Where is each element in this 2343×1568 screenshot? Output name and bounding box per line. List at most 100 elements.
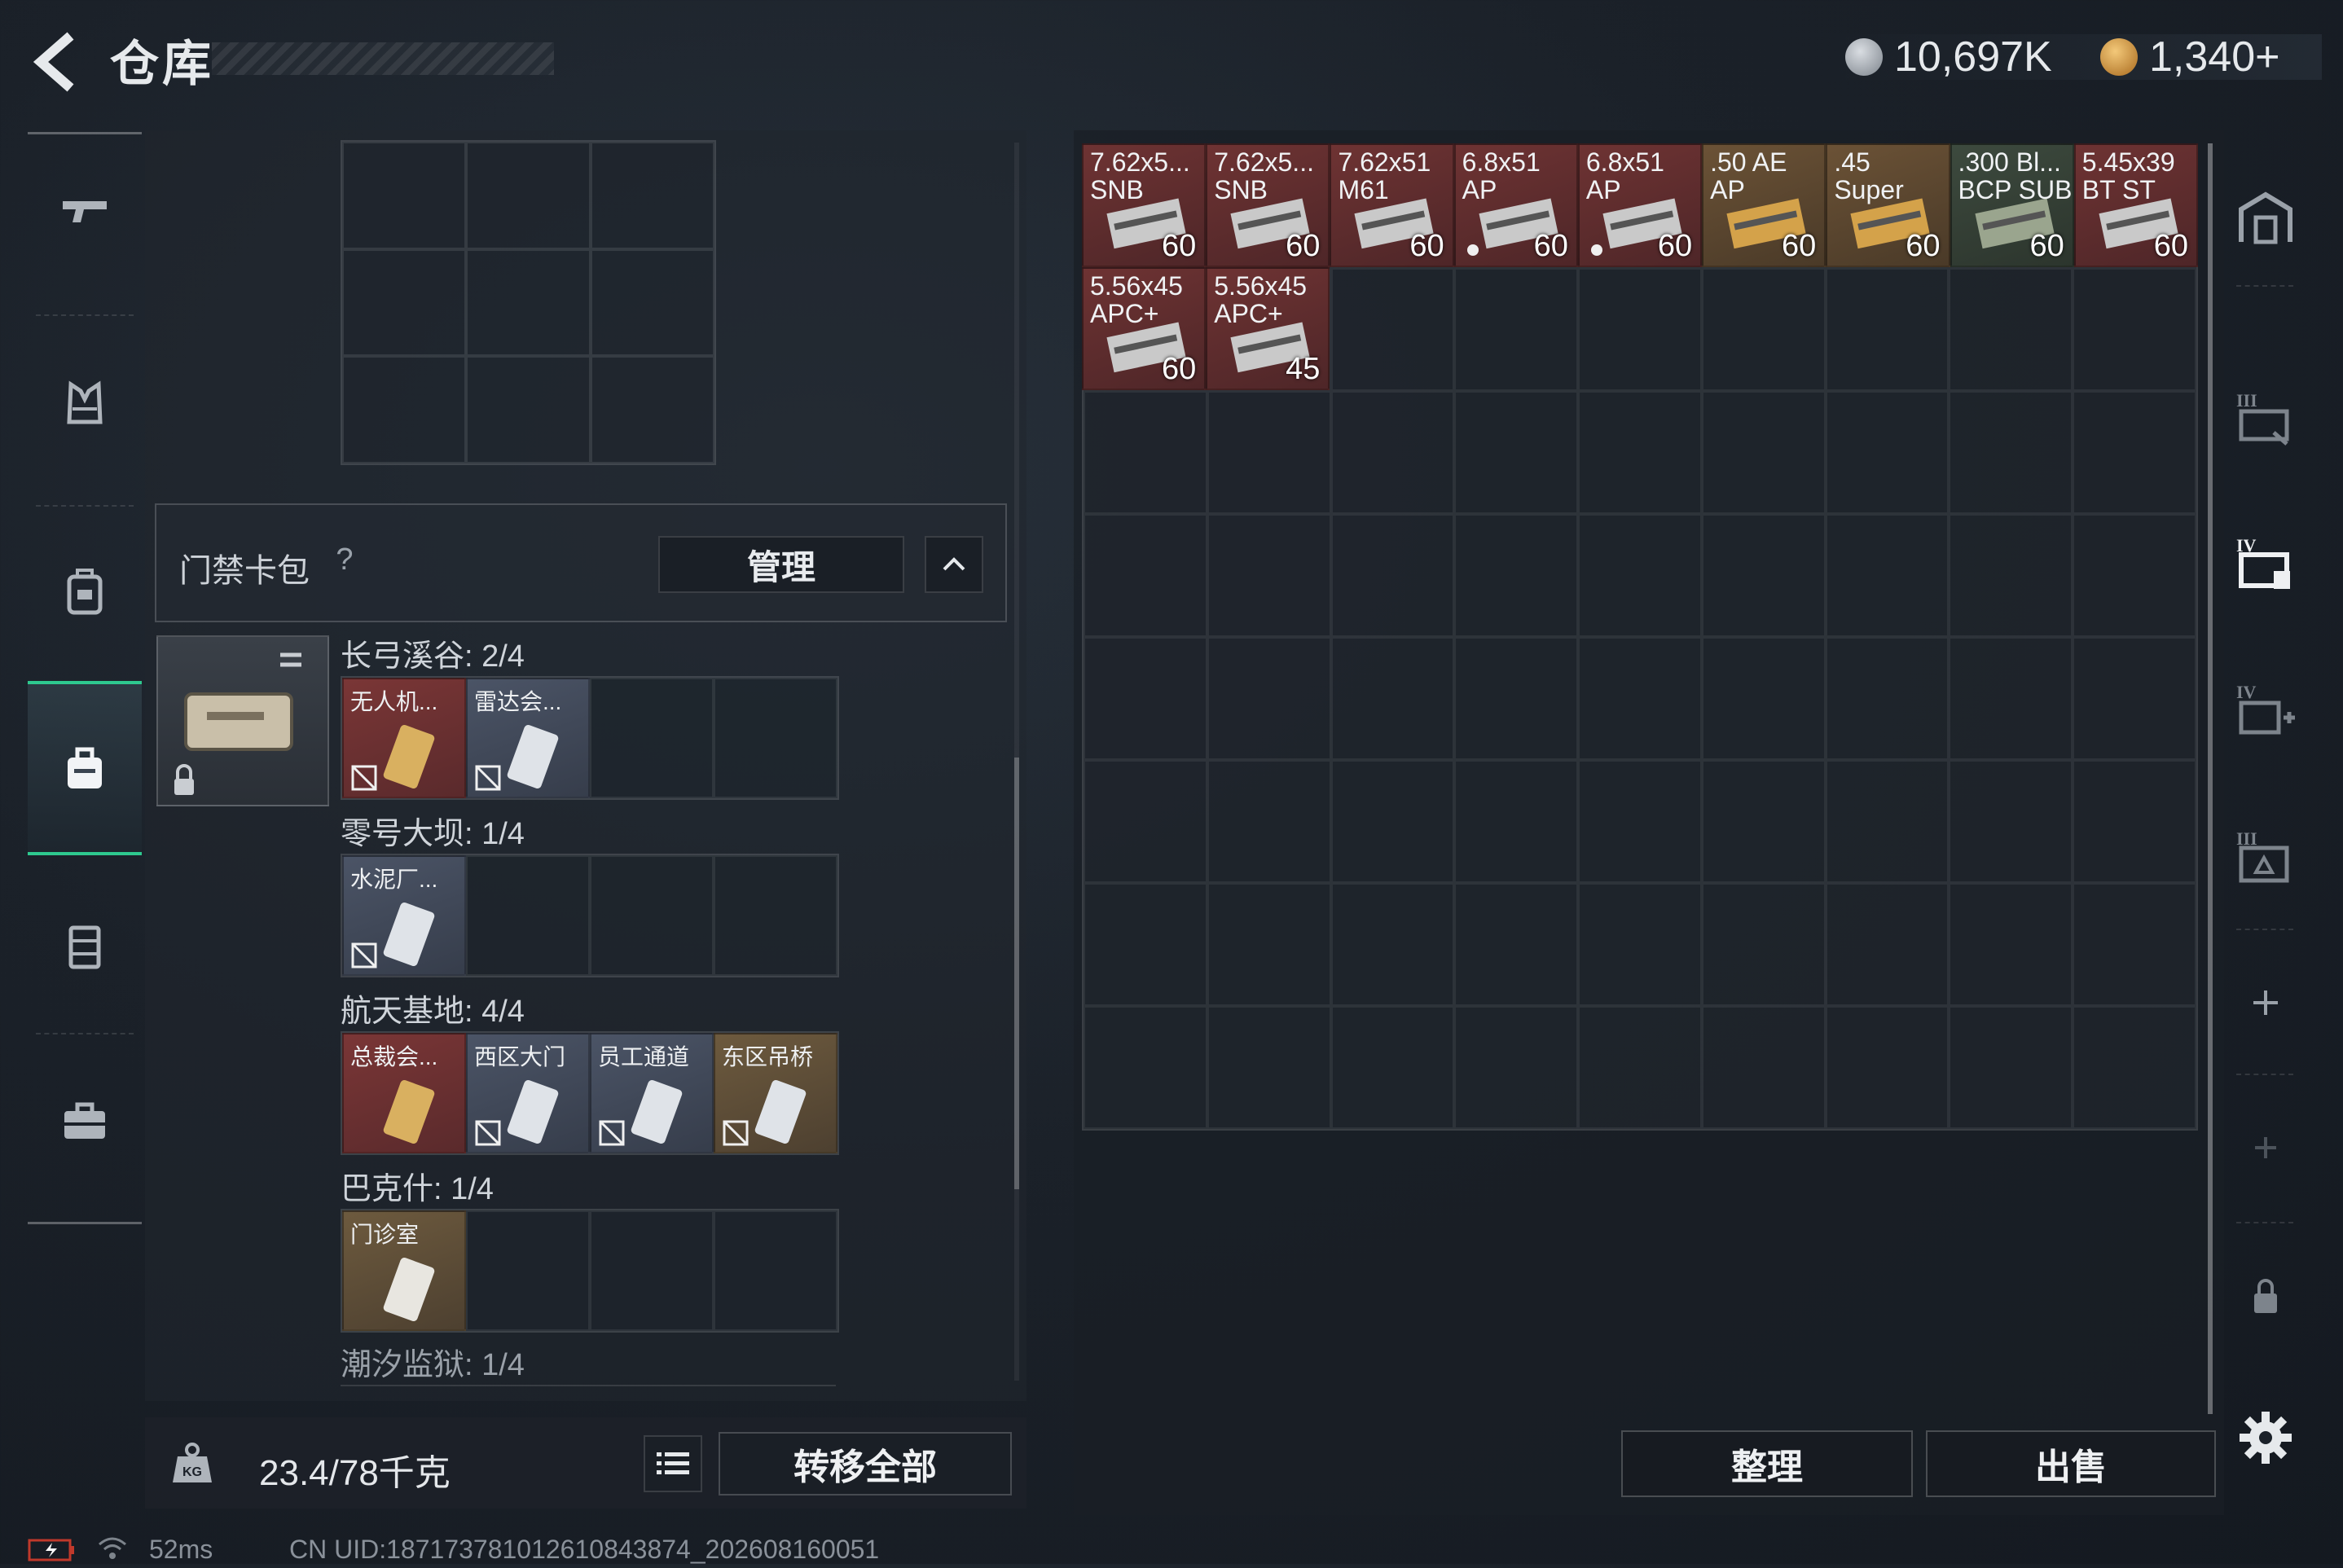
- nav-briefcase[interactable]: [28, 1039, 142, 1201]
- inventory-slot[interactable]: [1330, 760, 1455, 883]
- ammo-item[interactable]: 5.56x45 APC+ 60: [1082, 266, 1207, 390]
- keycard-item[interactable]: 东区吊桥: [714, 1033, 837, 1153]
- nav-weapons[interactable]: [28, 130, 142, 293]
- inventory-slot[interactable]: [1701, 883, 1826, 1006]
- inventory-slot[interactable]: [1330, 391, 1455, 514]
- inventory-slot[interactable]: [1454, 637, 1579, 760]
- inventory-slot[interactable]: [1949, 883, 2073, 1006]
- grid-slot[interactable]: [342, 356, 467, 463]
- inventory-slot[interactable]: [1578, 514, 1702, 637]
- inventory-slot[interactable]: [1949, 760, 2073, 883]
- inventory-slot[interactable]: [1578, 391, 1702, 514]
- inventory-slot[interactable]: [2073, 391, 2196, 514]
- keycard-item[interactable]: 西区大门: [466, 1033, 590, 1153]
- inventory-slot[interactable]: [1454, 1006, 1579, 1129]
- inventory-slot[interactable]: [1207, 1006, 1331, 1129]
- inventory-slot[interactable]: [1084, 760, 1207, 883]
- sort-button[interactable]: 整理: [1621, 1430, 1913, 1497]
- add-storage-button-disabled[interactable]: [2229, 1111, 2302, 1184]
- inventory-slot[interactable]: [1454, 391, 1579, 514]
- keycard-item[interactable]: 门诊室: [342, 1210, 466, 1331]
- keycard-item[interactable]: 员工通道: [590, 1033, 714, 1153]
- inventory-slot[interactable]: [1330, 883, 1455, 1006]
- nav-case[interactable]: [28, 863, 142, 1026]
- inventory-slot[interactable]: [1207, 514, 1331, 637]
- inventory-slot[interactable]: [1578, 637, 1702, 760]
- inventory-slot[interactable]: [1330, 514, 1455, 637]
- storage-scrollbar-thumb[interactable]: [1014, 758, 1019, 1189]
- inventory-slot[interactable]: [1330, 1006, 1455, 1129]
- inventory-scrollbar[interactable]: [2208, 143, 2213, 1414]
- inventory-slot[interactable]: [1578, 883, 1702, 1006]
- inventory-slot[interactable]: [1330, 637, 1455, 760]
- currency-premium[interactable]: 1,340+: [2100, 33, 2280, 81]
- list-view-button[interactable]: [644, 1435, 702, 1492]
- nav-armor[interactable]: [28, 322, 142, 485]
- back-button[interactable]: [24, 29, 90, 94]
- ammo-item[interactable]: 7.62x51 M61 60: [1330, 143, 1454, 267]
- collapse-button[interactable]: [925, 536, 983, 593]
- keycard-item[interactable]: 雷达会...: [466, 678, 590, 798]
- inventory-slot[interactable]: [1949, 637, 2073, 760]
- ammo-item[interactable]: 6.8x51 AP 60: [1577, 143, 1703, 267]
- inventory-slot[interactable]: [1454, 760, 1579, 883]
- lock-toggle[interactable]: [2229, 1259, 2302, 1333]
- inventory-slot[interactable]: [1454, 514, 1579, 637]
- grid-slot[interactable]: [590, 356, 714, 463]
- inventory-slot[interactable]: [1949, 1006, 2073, 1129]
- ammo-item[interactable]: 7.62x5... SNB 60: [1082, 143, 1207, 267]
- grid-slot[interactable]: [342, 248, 467, 357]
- ammo-item[interactable]: 5.45x39 BT ST 60: [2073, 143, 2198, 267]
- inventory-slot[interactable]: [1454, 883, 1579, 1006]
- side-storage-4-add-tab[interactable]: IV: [2229, 673, 2302, 746]
- keycard-holder-item[interactable]: [156, 635, 329, 806]
- inventory-slot[interactable]: [1825, 637, 1950, 760]
- inventory-slot[interactable]: [1578, 760, 1702, 883]
- inventory-slot[interactable]: [1701, 514, 1826, 637]
- grid-slot[interactable]: [466, 356, 591, 463]
- inventory-slot[interactable]: [1825, 514, 1950, 637]
- keycard-item[interactable]: 总裁会...: [342, 1033, 466, 1153]
- manage-button[interactable]: 管理: [658, 536, 904, 593]
- inventory-slot[interactable]: [1949, 514, 2073, 637]
- side-storage-3-tab[interactable]: III: [2229, 380, 2302, 453]
- inventory-slot[interactable]: [2073, 1006, 2196, 1129]
- inventory-slot[interactable]: [1084, 637, 1207, 760]
- ammo-item[interactable]: .45 Super 60: [1826, 143, 1950, 267]
- inventory-slot[interactable]: [1701, 391, 1826, 514]
- inventory-slot[interactable]: [1578, 1006, 1702, 1129]
- grid-slot[interactable]: [342, 142, 467, 249]
- keycard-item[interactable]: 无人机...: [342, 678, 466, 798]
- inventory-slot[interactable]: [1825, 1006, 1950, 1129]
- add-storage-button[interactable]: [2229, 966, 2302, 1039]
- inventory-slot[interactable]: [1207, 637, 1331, 760]
- inventory-slot[interactable]: [1207, 883, 1331, 1006]
- inventory-slot[interactable]: [2073, 514, 2196, 637]
- inventory-slot[interactable]: [1825, 883, 1950, 1006]
- help-icon[interactable]: ?: [326, 541, 363, 578]
- inventory-slot[interactable]: [1701, 1006, 1826, 1129]
- sell-button[interactable]: 出售: [1926, 1430, 2216, 1497]
- inventory-slot[interactable]: [1084, 1006, 1207, 1129]
- grid-slot[interactable]: [466, 142, 591, 249]
- side-container-tab[interactable]: [2229, 181, 2302, 254]
- inventory-slot[interactable]: [1207, 760, 1331, 883]
- inventory-slot[interactable]: [1207, 391, 1331, 514]
- inventory-slot[interactable]: [1825, 391, 1950, 514]
- grid-slot[interactable]: [590, 248, 714, 357]
- inventory-slot[interactable]: [1701, 637, 1826, 760]
- ammo-item[interactable]: .300 Bl... BCP SUB 60: [1950, 143, 2074, 267]
- grid-slot[interactable]: [590, 142, 714, 249]
- inventory-slot[interactable]: [1084, 514, 1207, 637]
- inventory-slot[interactable]: [1825, 760, 1950, 883]
- inventory-slot[interactable]: [2073, 760, 2196, 883]
- keycard-item[interactable]: 水泥厂...: [342, 855, 466, 976]
- inventory-slot[interactable]: [2073, 883, 2196, 1006]
- inventory-slot[interactable]: [1701, 760, 1826, 883]
- settings-button[interactable]: [2229, 1401, 2302, 1474]
- ammo-item[interactable]: 7.62x5... SNB 60: [1206, 143, 1330, 267]
- ammo-item[interactable]: 5.56x45 APC+ 45: [1206, 266, 1330, 390]
- grid-slot[interactable]: [466, 248, 591, 357]
- inventory-slot[interactable]: [2073, 637, 2196, 760]
- ammo-item[interactable]: 6.8x51 AP 60: [1453, 143, 1578, 267]
